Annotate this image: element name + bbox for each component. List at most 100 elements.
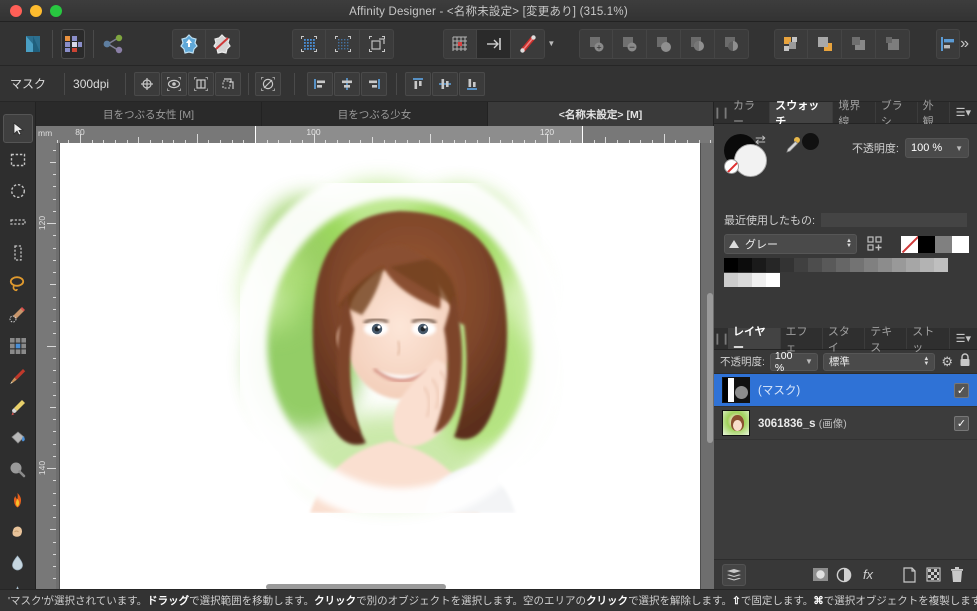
canvas-area[interactable] [56, 143, 714, 589]
picked-color-dot[interactable] [802, 133, 819, 150]
color-well[interactable]: ⇄ [724, 134, 772, 178]
crosshair-icon[interactable] [134, 72, 160, 96]
gear-icon[interactable]: ⚙ [941, 354, 953, 370]
pixel-grid-icon[interactable] [3, 331, 33, 360]
palette-select[interactable]: グレー ▲▼ [724, 234, 857, 254]
refine-icon[interactable] [255, 72, 281, 96]
eyedropper-icon[interactable] [784, 136, 802, 157]
swatch-cell[interactable] [766, 273, 780, 287]
blend-mode-select[interactable]: 標準 ▲▼ [823, 353, 935, 371]
pixel-persona-icon[interactable] [61, 29, 85, 59]
doc-tab-0[interactable]: 目をつぶる女性 [M] [36, 102, 262, 126]
tab-stock[interactable]: ストッ [907, 328, 949, 349]
horizontal-ruler[interactable]: mm 80100120 [36, 126, 714, 143]
paintbrush-icon[interactable] [3, 362, 33, 391]
swatch-cell[interactable] [864, 258, 878, 272]
selection-outline-icon[interactable] [360, 29, 394, 59]
magnet-icon[interactable] [511, 29, 545, 59]
document-actions-group[interactable] [172, 29, 240, 59]
column-marquee-tool[interactable] [3, 238, 33, 267]
swatch-cell[interactable] [794, 258, 808, 272]
finger-smudge-icon[interactable] [3, 517, 33, 546]
tab-color[interactable]: カラー [728, 102, 770, 123]
tab-brushes[interactable]: ブラシ [876, 102, 918, 123]
select-pixels-soft-icon[interactable] [326, 29, 360, 59]
swatch-opacity-field[interactable]: 100 % ▼ [905, 138, 969, 158]
table-row[interactable]: 3061836_s (画像) ✓ [714, 407, 977, 440]
none-color-swatch[interactable] [724, 159, 739, 174]
table-row[interactable]: (マスク) ✓ [714, 374, 977, 407]
swatch-cell[interactable] [892, 258, 906, 272]
rectangle-marquee-tool[interactable] [3, 145, 33, 174]
swatch-cell[interactable] [920, 258, 934, 272]
trash-icon[interactable] [945, 564, 969, 586]
tab-effects[interactable]: エフェ [781, 328, 823, 349]
swatch-cell[interactable] [822, 258, 836, 272]
tab-swatches[interactable]: スウォッチ [770, 102, 833, 123]
quick-swatch-white[interactable] [952, 236, 969, 253]
swatch-cell[interactable] [752, 258, 766, 272]
eye-icon[interactable] [161, 72, 187, 96]
quick-swatches[interactable] [901, 236, 969, 253]
water-drop-icon[interactable] [3, 548, 33, 577]
ellipse-marquee-tool[interactable] [3, 176, 33, 205]
pixel-selection-group[interactable] [292, 29, 394, 59]
tab-stroke[interactable]: 境界線 [833, 102, 875, 123]
palette-icons[interactable] [865, 234, 885, 254]
toolbar-overflow-button[interactable]: » [960, 35, 969, 53]
mask-circle-icon[interactable] [808, 564, 832, 586]
export-persona-icon[interactable] [101, 29, 125, 59]
handles-icon[interactable] [188, 72, 214, 96]
swatches-panel-menu-icon[interactable]: ☰▾ [950, 102, 977, 123]
align-right-icon[interactable] [361, 72, 387, 96]
tab-appearance[interactable]: 外観 [918, 102, 950, 123]
swatch-cell[interactable] [836, 258, 850, 272]
selection-brush-icon[interactable] [3, 300, 33, 329]
snap-to-edge-icon[interactable] [477, 29, 511, 59]
layer-list[interactable]: (マスク) ✓ 3061836_s (画像) ✓ [714, 374, 977, 559]
move-backward-icon[interactable] [876, 29, 910, 59]
align-top-icon[interactable] [405, 72, 431, 96]
doc-tab-2[interactable]: <名称未設定> [M] [488, 102, 714, 126]
snapping-group[interactable] [443, 29, 545, 59]
move-forward-icon[interactable] [808, 29, 842, 59]
swatch-cell[interactable] [850, 258, 864, 272]
swatch-cell[interactable] [724, 273, 738, 287]
v-scroll-thumb[interactable] [707, 293, 713, 443]
subtract-icon[interactable]: − [613, 29, 647, 59]
quick-swatch-gray[interactable] [935, 236, 952, 253]
chevron-down-icon[interactable]: ▼ [955, 144, 963, 153]
fill-color-swatch[interactable] [734, 144, 767, 177]
swatch-cell[interactable] [906, 258, 920, 272]
quick-swatch-black[interactable] [918, 236, 935, 253]
swap-colors-icon[interactable]: ⇄ [755, 132, 766, 148]
align-left-icon[interactable] [307, 72, 333, 96]
swatch-cell[interactable] [738, 258, 752, 272]
swatch-cell[interactable] [878, 258, 892, 272]
new-page-icon[interactable] [897, 564, 921, 586]
photo-object[interactable] [240, 183, 560, 513]
chevron-down-icon[interactable]: ▼ [805, 357, 813, 366]
align-bottom-icon[interactable] [459, 72, 485, 96]
move-front-icon[interactable] [774, 29, 808, 59]
divide-icon[interactable] [681, 29, 715, 59]
vertical-ruler[interactable]: 120140 [36, 143, 56, 589]
checker-icon[interactable] [921, 564, 945, 586]
flame-icon[interactable] [3, 486, 33, 515]
recent-colors-strip[interactable] [821, 213, 967, 227]
stack-icon[interactable] [722, 564, 746, 586]
move-back-icon[interactable] [842, 29, 876, 59]
swatch-cell[interactable] [766, 258, 780, 272]
vertical-scrollbar[interactable] [706, 143, 714, 589]
move-tool[interactable] [3, 114, 33, 143]
half-circle-icon[interactable] [832, 564, 856, 586]
palette-stepper-icon[interactable]: ▲▼ [846, 239, 852, 249]
boolean-ops-group[interactable]: + − [579, 29, 749, 59]
no-fill-icon[interactable] [206, 29, 240, 59]
layer-opacity-field[interactable]: 100 % ▼ [770, 353, 818, 371]
layer-visibility-checkbox[interactable]: ✓ [954, 416, 969, 431]
grid-snap-icon[interactable] [443, 29, 477, 59]
align-center-v-icon[interactable] [432, 72, 458, 96]
align-panel-icon[interactable] [936, 29, 960, 59]
tab-layers[interactable]: レイヤー [728, 328, 781, 349]
